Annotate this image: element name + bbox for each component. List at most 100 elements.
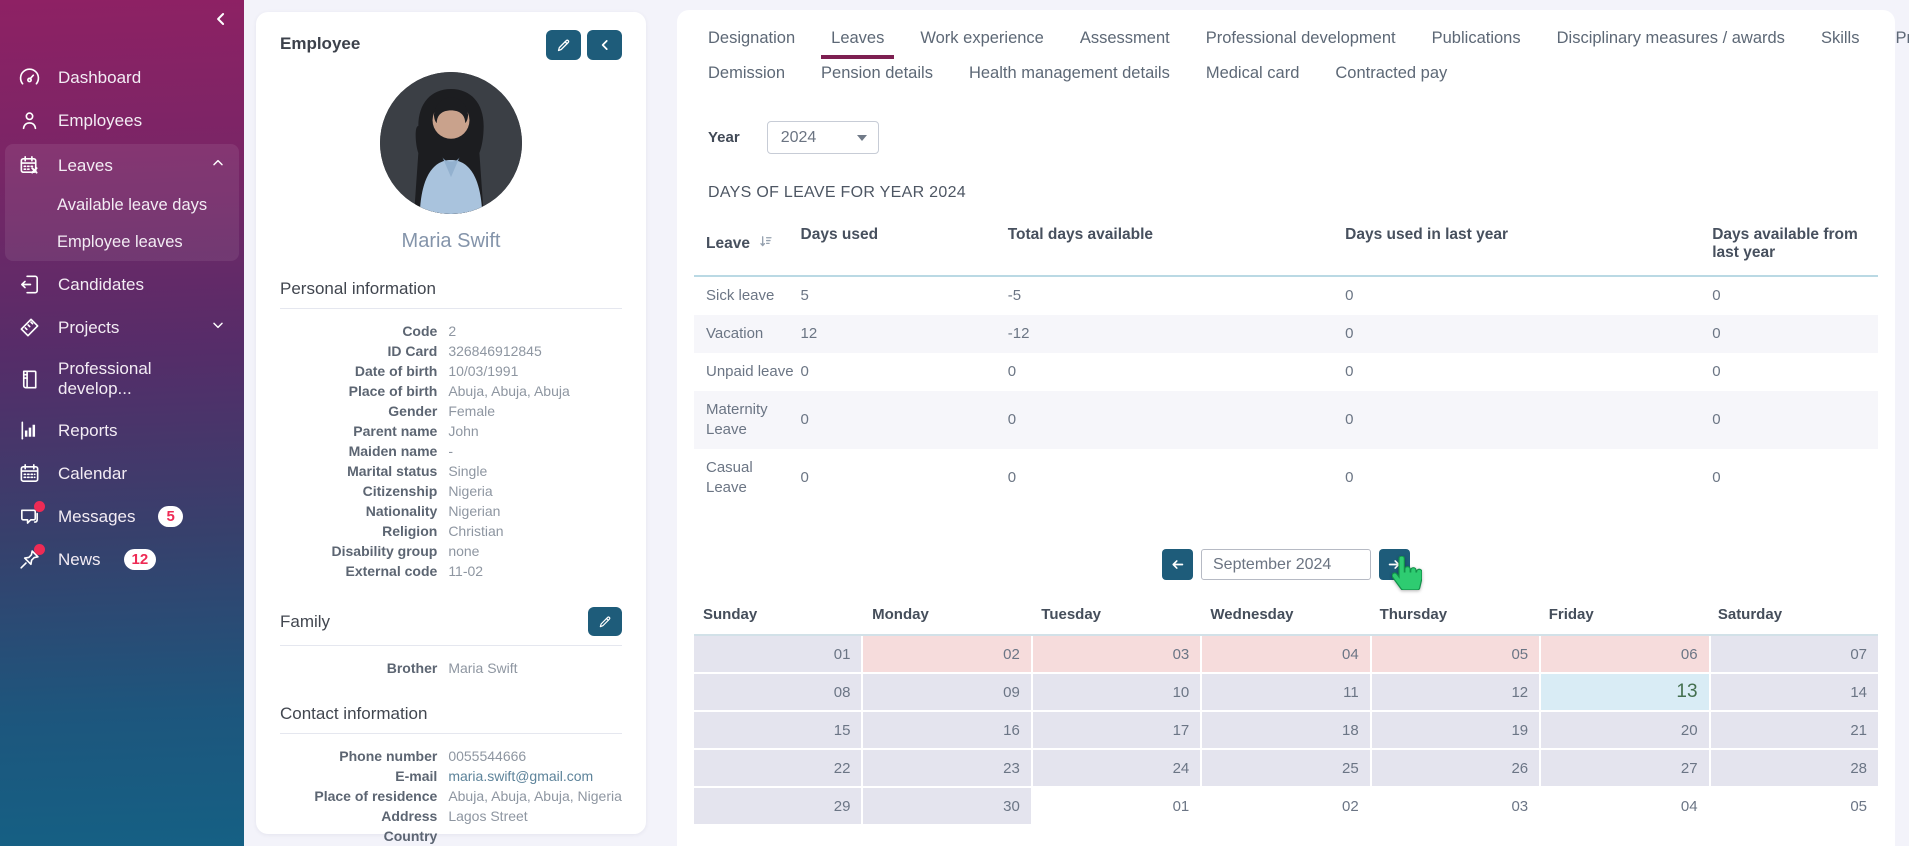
cell-days-used: 0 xyxy=(801,459,1008,497)
calendar-day-cell[interactable]: 29 xyxy=(694,788,861,824)
calendar-day-cell[interactable]: 04 xyxy=(1202,636,1369,672)
calendar-day-cell[interactable]: 20 xyxy=(1541,712,1708,748)
sidebar-item-professional-development[interactable]: Professional develop... xyxy=(0,349,244,409)
calendar-day-cell[interactable]: 04 xyxy=(1541,788,1708,824)
calendar-day-cell[interactable]: 02 xyxy=(863,636,1030,672)
sort-icon[interactable] xyxy=(758,234,773,254)
edit-family-button[interactable] xyxy=(588,607,622,636)
calendar-day-cell[interactable]: 13 xyxy=(1541,674,1708,710)
tab-professions[interactable]: Professions xyxy=(1885,24,1909,59)
tab-skills[interactable]: Skills xyxy=(1811,24,1870,59)
calendar-day-header: Tuesday xyxy=(1032,606,1201,623)
calendar-day-cell[interactable]: 22 xyxy=(694,750,861,786)
sidebar-collapse-button[interactable] xyxy=(208,8,234,34)
calendar-day-cell[interactable]: 07 xyxy=(1711,636,1878,672)
calendar-day-cell[interactable]: 17 xyxy=(1033,712,1200,748)
calendar-day-cell[interactable]: 02 xyxy=(1202,788,1369,824)
calendar-day-cell[interactable]: 28 xyxy=(1711,750,1878,786)
field-value xyxy=(448,826,622,846)
calendar-day-cell[interactable]: 18 xyxy=(1202,712,1369,748)
tab-assessment[interactable]: Assessment xyxy=(1070,24,1180,59)
cell-days-available-last-year: 0 xyxy=(1712,401,1878,439)
sidebar-item-projects[interactable]: Projects xyxy=(0,306,244,349)
sidebar-item-label: Leaves xyxy=(58,156,113,176)
tab-designation[interactable]: Designation xyxy=(698,24,805,59)
cell-total-days-available: 0 xyxy=(1008,353,1345,391)
sidebar-item-messages[interactable]: Messages 5 xyxy=(0,495,244,538)
field-label: Gender xyxy=(280,401,437,421)
field-value: 11-02 xyxy=(448,561,622,581)
tab-pension-details[interactable]: Pension details xyxy=(811,59,943,94)
calendar-day-cell[interactable]: 10 xyxy=(1033,674,1200,710)
sidebar-item-label: News xyxy=(58,550,101,570)
column-header-leave: Leave xyxy=(706,235,750,253)
calendar-day-cell[interactable]: 03 xyxy=(1372,788,1539,824)
candidates-icon xyxy=(18,273,41,296)
tab-health-management-details[interactable]: Health management details xyxy=(959,59,1180,94)
calendar-day-cell[interactable]: 27 xyxy=(1541,750,1708,786)
month-input[interactable]: September 2024 xyxy=(1201,549,1371,580)
previous-month-button[interactable] xyxy=(1162,549,1193,580)
edit-employee-button[interactable] xyxy=(546,30,581,60)
calendar-day-cell[interactable]: 03 xyxy=(1033,636,1200,672)
calendar-day-cell[interactable]: 24 xyxy=(1033,750,1200,786)
calendar-day-cell[interactable]: 25 xyxy=(1202,750,1369,786)
calendar-day-cell[interactable]: 01 xyxy=(1033,788,1200,824)
tab-publications[interactable]: Publications xyxy=(1422,24,1531,59)
days-of-leave-heading: DAYS OF LEAVE FOR YEAR 2024 xyxy=(708,184,1878,202)
family-heading: Family xyxy=(280,607,622,636)
sidebar-item-news[interactable]: News 12 xyxy=(0,538,244,581)
sidebar-item-leaves[interactable]: Leaves xyxy=(5,144,239,187)
calendar-day-cell[interactable]: 08 xyxy=(694,674,861,710)
field-label: Maiden name xyxy=(280,441,437,461)
sidebar-item-reports[interactable]: Reports xyxy=(0,409,244,452)
field-label: Phone number xyxy=(280,746,437,766)
calendar-day-cell[interactable]: 09 xyxy=(863,674,1030,710)
field-value: - xyxy=(448,441,622,461)
calendar-day-cell[interactable]: 19 xyxy=(1372,712,1539,748)
tab-work-experience[interactable]: Work experience xyxy=(910,24,1054,59)
sidebar-item-calendar[interactable]: Calendar xyxy=(0,452,244,495)
calendar-day-cell[interactable]: 14 xyxy=(1711,674,1878,710)
field-value: Single xyxy=(448,461,622,481)
calendar-day-cell[interactable]: 01 xyxy=(694,636,861,672)
calendar-day-cell[interactable]: 15 xyxy=(694,712,861,748)
calendar-day-cell[interactable]: 23 xyxy=(863,750,1030,786)
field-value: Female xyxy=(448,401,622,421)
calendar-day-cell[interactable]: 05 xyxy=(1711,788,1878,824)
calendar-day-cell[interactable]: 06 xyxy=(1541,636,1708,672)
year-select[interactable]: 2024 xyxy=(767,121,879,154)
notification-dot xyxy=(34,544,45,555)
table-row: Vacation12-1200 xyxy=(694,315,1878,353)
calendar-day-cell[interactable]: 16 xyxy=(863,712,1030,748)
calendar-day-cell[interactable]: 05 xyxy=(1372,636,1539,672)
sidebar-item-dashboard[interactable]: Dashboard xyxy=(0,56,244,99)
personal-information-fields: Code2ID Card326846912845Date of birth10/… xyxy=(280,321,622,581)
cell-leave-type: Unpaid leave xyxy=(694,353,801,391)
field-value: 326846912845 xyxy=(448,341,622,361)
calendar-day-cell[interactable]: 21 xyxy=(1711,712,1878,748)
calendar-day-cell[interactable]: 11 xyxy=(1202,674,1369,710)
calendar-day-cell[interactable]: 12 xyxy=(1372,674,1539,710)
field-value[interactable]: maria.swift@gmail.com xyxy=(448,766,622,786)
calendar-week-row: 01020304050607 xyxy=(694,636,1878,672)
tab-disciplinary-measures-awards[interactable]: Disciplinary measures / awards xyxy=(1547,24,1795,59)
cell-leave-type: Vacation xyxy=(694,315,801,353)
tab-demission[interactable]: Demission xyxy=(698,59,795,94)
sidebar-subitem-employee-leaves[interactable]: Employee leaves xyxy=(5,224,239,261)
sidebar-item-candidates[interactable]: Candidates xyxy=(0,263,244,306)
cell-days-used-last-year: 0 xyxy=(1345,459,1712,497)
sidebar-subitem-available-leave-days[interactable]: Available leave days xyxy=(5,187,239,224)
calendar-grid: 0102030405060708091011121314151617181920… xyxy=(694,634,1878,824)
table-row: Sick leave5-500 xyxy=(694,277,1878,315)
field-label: Place of birth xyxy=(280,381,437,401)
back-button[interactable] xyxy=(587,30,622,60)
tab-leaves[interactable]: Leaves xyxy=(821,24,894,59)
tab-medical-card[interactable]: Medical card xyxy=(1196,59,1310,94)
sidebar-item-employees[interactable]: Employees xyxy=(0,99,244,142)
cell-days-used-last-year: 0 xyxy=(1345,315,1712,353)
calendar-day-cell[interactable]: 30 xyxy=(863,788,1030,824)
calendar-day-cell[interactable]: 26 xyxy=(1372,750,1539,786)
tab-professional-development[interactable]: Professional development xyxy=(1196,24,1406,59)
tab-contracted-pay[interactable]: Contracted pay xyxy=(1325,59,1457,94)
